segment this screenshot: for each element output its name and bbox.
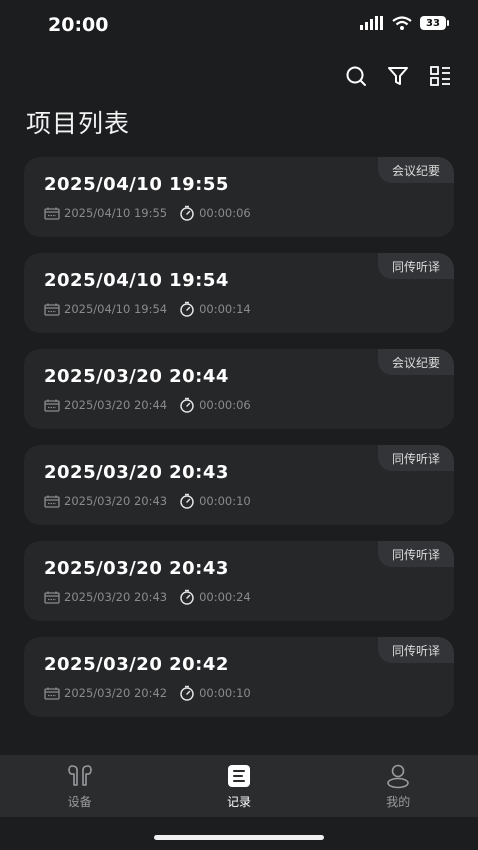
calendar-icon [44,591,60,604]
record-duration: 00:00:10 [199,686,251,700]
search-button[interactable] [344,64,368,88]
tab-profile[interactable]: 我的 [348,763,448,810]
record-type-badge: 会议纪要 [377,157,454,183]
search-icon [346,66,366,86]
tab-label: 记录 [226,794,251,809]
record-date: 2025/04/10 19:55 [64,206,168,220]
record-meta: 2025/03/20 20:42 00:00:10 [44,685,251,701]
tab-bar: 设备 记录 我的 [0,755,478,817]
record-card[interactable]: 2025/04/10 19:54 2025/04/10 19:54 00:00:… [24,253,454,333]
record-date: 2025/04/10 19:54 [64,302,168,316]
tab-devices[interactable]: 设备 [30,763,130,810]
timer-icon [179,493,195,509]
record-type-badge: 同传听译 [377,253,454,279]
calendar-icon [44,303,60,316]
signal-icon [360,16,383,30]
status-time: 20:00 [48,14,109,36]
calendar-icon [44,687,60,700]
record-card[interactable]: 2025/03/20 20:43 2025/03/20 20:43 00:00:… [24,445,454,525]
record-meta: 2025/04/10 19:55 00:00:06 [44,205,251,221]
record-title: 2025/04/10 19:54 [44,270,229,291]
timer-icon [179,301,195,317]
record-meta: 2025/03/20 20:44 00:00:06 [44,397,251,413]
record-date: 2025/03/20 20:44 [64,398,168,412]
record-duration: 00:00:10 [199,494,251,508]
record-title: 2025/03/20 20:44 [44,366,229,387]
calendar-icon [44,399,60,412]
record-date: 2025/03/20 20:42 [64,686,168,700]
battery-level: 33 [426,17,440,29]
timer-icon [179,685,195,701]
filter-icon [388,67,408,85]
record-duration: 00:00:06 [199,206,251,220]
record-duration: 00:00:06 [199,398,251,412]
record-meta: 2025/03/20 20:43 00:00:24 [44,589,251,605]
record-title: 2025/03/20 20:43 [44,558,229,579]
record-duration: 00:00:24 [199,590,251,604]
record-type-badge: 同传听译 [377,541,454,567]
record-meta: 2025/03/20 20:43 00:00:10 [44,493,251,509]
page-title: 项目列表 [26,109,131,138]
user-icon [387,764,410,788]
bottom-safe-area [0,817,478,850]
record-card[interactable]: 2025/03/20 20:44 2025/03/20 20:44 00:00:… [24,349,454,429]
timer-icon [179,589,195,605]
record-title: 2025/04/10 19:55 [44,174,229,195]
tab-label: 设备 [67,794,92,809]
record-title: 2025/03/20 20:43 [44,462,229,483]
tab-records[interactable]: 记录 [189,763,289,810]
record-title: 2025/03/20 20:42 [44,654,229,675]
filter-button[interactable] [386,64,410,88]
record-date: 2025/03/20 20:43 [64,590,168,604]
record-duration: 00:00:14 [199,302,251,316]
layout-toggle-button[interactable] [428,64,452,88]
record-book-icon [227,764,250,787]
calendar-icon [44,495,60,508]
record-card[interactable]: 2025/03/20 20:43 2025/03/20 20:43 00:00:… [24,541,454,621]
timer-icon [179,205,195,221]
record-type-badge: 同传听译 [377,637,454,663]
status-bar: 20:00 33 [0,0,478,52]
tab-label: 我的 [386,794,411,809]
timer-icon [179,397,195,413]
battery-icon: 33 [420,16,449,30]
record-date: 2025/03/20 20:43 [64,494,168,508]
layout-list-icon [430,66,450,86]
home-indicator[interactable] [154,835,324,840]
record-type-badge: 会议纪要 [377,349,454,375]
record-card[interactable]: 2025/04/10 19:55 2025/04/10 19:55 00:00:… [24,157,454,237]
calendar-icon [44,207,60,220]
record-list: 2025/04/10 19:55 2025/04/10 19:55 00:00:… [24,157,454,733]
record-type-badge: 同传听译 [377,445,454,471]
status-icons: 33 [360,16,449,30]
wifi-icon [392,16,412,30]
toolbar [344,64,452,88]
earbuds-icon [67,764,92,786]
record-meta: 2025/04/10 19:54 00:00:14 [44,301,251,317]
record-card[interactable]: 2025/03/20 20:42 2025/03/20 20:42 00:00:… [24,637,454,717]
